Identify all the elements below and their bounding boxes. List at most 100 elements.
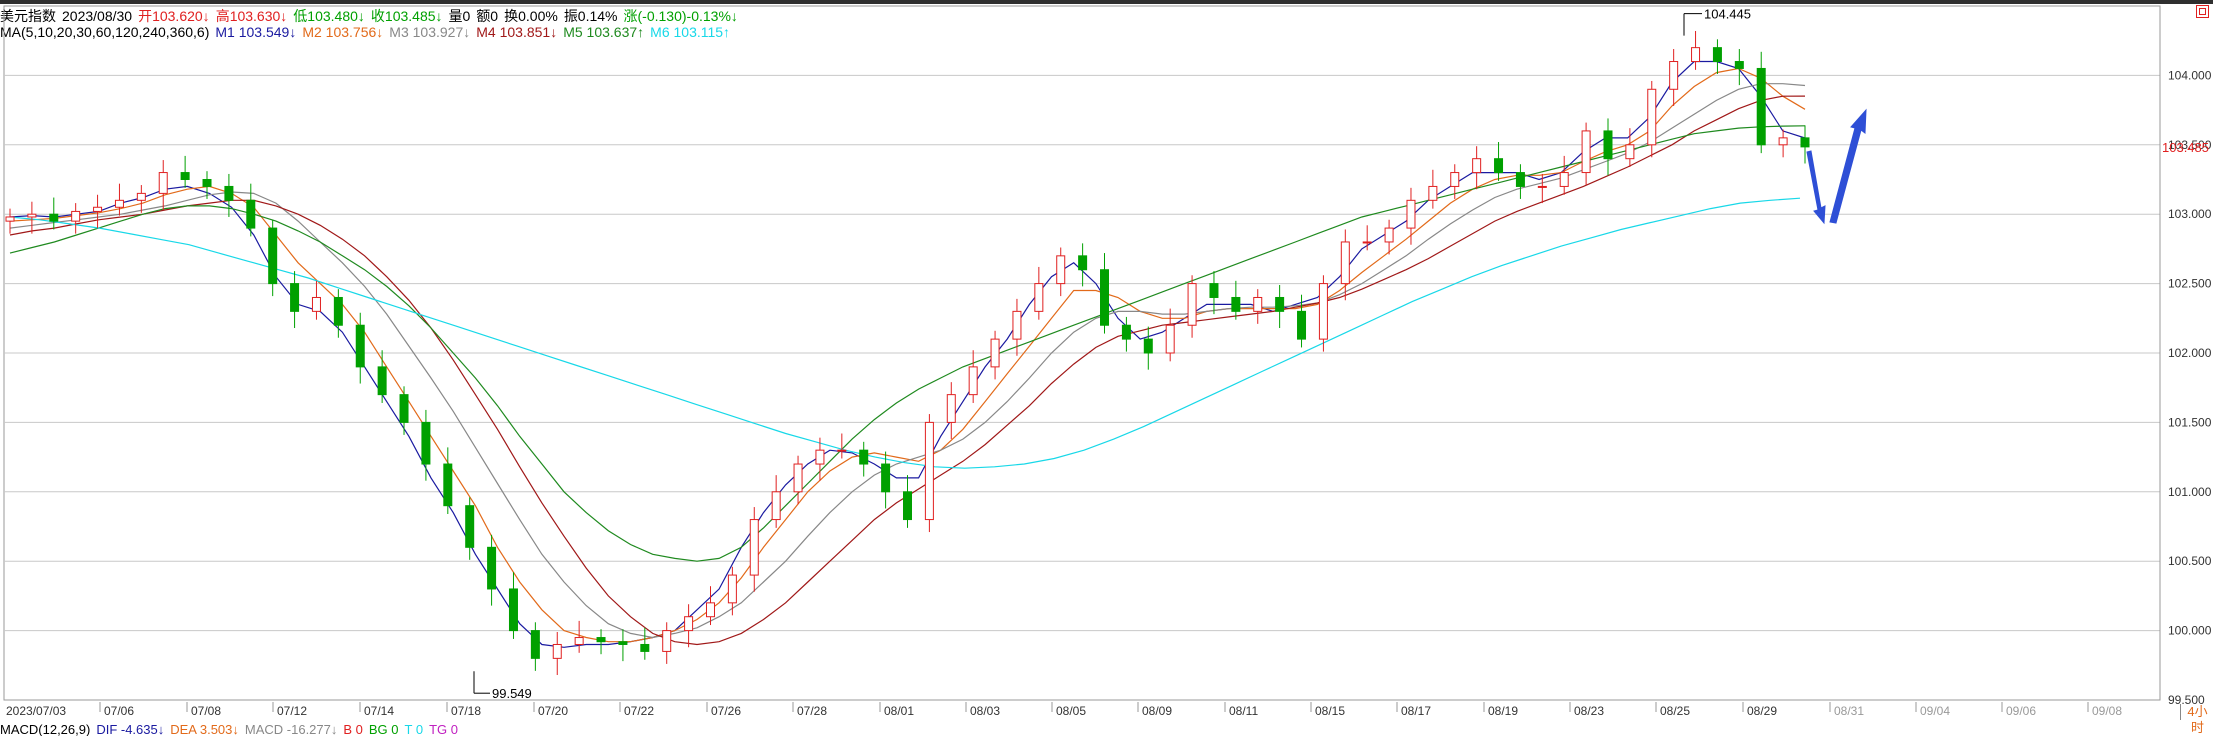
- candle-down: [1756, 67, 1766, 146]
- candle-up: [71, 210, 81, 222]
- candle-up: [662, 630, 672, 652]
- x-tick-label: 08/01: [884, 704, 914, 718]
- candle-up: [574, 637, 584, 645]
- y-tick-label: 101.500: [2168, 415, 2212, 429]
- candle-down: [1121, 324, 1131, 340]
- candle-down: [180, 172, 190, 180]
- candle-up: [1384, 227, 1394, 243]
- candle-down: [1209, 283, 1219, 298]
- x-tick-label: 08/31: [1834, 704, 1864, 718]
- ma-line-m2: [9, 67, 1806, 643]
- candle-down: [268, 227, 278, 285]
- y-tick-label: 101.000: [2168, 485, 2212, 499]
- candle-up: [815, 449, 825, 465]
- candle-up: [1647, 88, 1657, 146]
- candle-up: [968, 366, 978, 396]
- macd-value: MACD -16.277↓: [244, 722, 338, 736]
- x-tick-label: 08/05: [1056, 704, 1086, 718]
- candle-down: [1800, 137, 1810, 148]
- candle-down: [1494, 158, 1504, 174]
- candle-up: [1669, 61, 1679, 90]
- current-price-label: 103.485: [2162, 140, 2209, 155]
- x-tick-label: 08/23: [1574, 704, 1604, 718]
- x-tick-label: 08/09: [1142, 704, 1172, 718]
- candle-up: [552, 643, 562, 659]
- candle-down: [1297, 310, 1307, 340]
- candle-up: [1625, 144, 1635, 160]
- candle-down: [640, 643, 650, 652]
- candle-up: [1340, 241, 1350, 285]
- x-tick-label: 09/06: [2006, 704, 2036, 718]
- candle-down: [421, 421, 431, 465]
- x-tick-label: 08/29: [1747, 704, 1777, 718]
- candle-down: [1515, 172, 1525, 187]
- x-tick-label: 07/22: [624, 704, 654, 718]
- candle-down: [859, 449, 869, 465]
- candle-down: [530, 630, 540, 659]
- macd-header: MACD(12,26,9) DIF -4.635↓ DEA 3.503↓ MACD -…: [0, 722, 458, 736]
- candle-up: [924, 421, 934, 521]
- candle-down: [1712, 47, 1722, 63]
- candle-down: [377, 366, 387, 396]
- ma-line-m1: [9, 60, 1806, 648]
- candle-up: [1253, 296, 1263, 312]
- candle-up: [136, 192, 146, 201]
- candle-up: [1581, 130, 1591, 174]
- candle-up: [1559, 172, 1569, 187]
- candle-up: [1537, 185, 1547, 188]
- x-tick-label: 08/11: [1229, 704, 1258, 718]
- x-tick-label: 07/14: [364, 704, 394, 718]
- x-tick-label: 07/26: [711, 704, 741, 718]
- x-tick-label: 08/03: [970, 704, 1000, 718]
- candle-up: [749, 519, 759, 576]
- candle-up: [1428, 185, 1438, 201]
- candle-down: [246, 199, 256, 229]
- candle-down: [903, 491, 912, 521]
- candle-up: [684, 616, 694, 632]
- x-tick-label: 08/25: [1660, 704, 1690, 718]
- x-tick-label: 07/18: [451, 704, 481, 718]
- candle-up: [158, 172, 168, 194]
- candle-down: [465, 505, 475, 548]
- candle-up: [27, 213, 37, 218]
- candle-up: [705, 602, 715, 618]
- candle-up: [1034, 283, 1044, 312]
- macd-bg: BG 0: [368, 722, 399, 736]
- x-tick-label: 08/15: [1315, 704, 1345, 718]
- x-tick-label: 07/12: [277, 704, 307, 718]
- x-tick-label: 07/28: [797, 704, 827, 718]
- candle-down: [224, 185, 234, 201]
- candle-down: [1143, 338, 1153, 354]
- y-tick-label: 100.500: [2168, 554, 2212, 568]
- candle-up: [5, 216, 15, 222]
- candle-up: [1318, 283, 1328, 340]
- x-tick-label: 09/08: [2092, 704, 2122, 718]
- macd-dif: DIF -4.635↓: [96, 722, 165, 736]
- candle-down: [881, 463, 891, 493]
- x-tick-label: 09/04: [1920, 704, 1950, 718]
- macd-t: T 0: [404, 722, 424, 736]
- macd-dea: DEA 3.503↓: [170, 722, 239, 736]
- y-tick-label: 104.000: [2168, 68, 2212, 82]
- candle-down: [333, 296, 343, 326]
- candle-down: [49, 213, 59, 222]
- y-tick-label: 103.000: [2168, 207, 2212, 221]
- x-tick-label: 08/17: [1401, 704, 1431, 718]
- candle-up: [1012, 310, 1022, 340]
- candle-up: [1450, 172, 1460, 187]
- candle-up: [93, 206, 103, 212]
- candle-up: [1691, 47, 1701, 63]
- period-tab-4h[interactable]: 4小时: [2180, 704, 2213, 735]
- candle-up: [1165, 324, 1175, 354]
- candle-up: [727, 574, 737, 604]
- candle-down: [1734, 61, 1744, 69]
- candle-up: [1778, 137, 1788, 146]
- candle-up: [837, 449, 847, 452]
- macd-b: B 0: [343, 722, 363, 736]
- candle-down: [1603, 130, 1613, 160]
- candlestick-chart[interactable]: 104.44599.549 104.000103.500103.000102.5…: [0, 0, 2213, 722]
- candle-down: [508, 588, 518, 632]
- candle-down: [1078, 255, 1088, 271]
- x-tick-label: 07/08: [191, 704, 221, 718]
- x-tick-label: 2023/07/03: [6, 704, 66, 718]
